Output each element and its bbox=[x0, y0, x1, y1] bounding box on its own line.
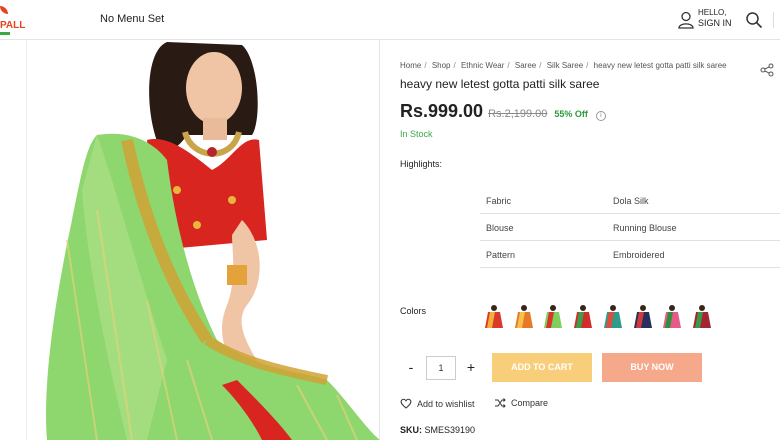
breadcrumb-home[interactable]: Home bbox=[400, 61, 421, 70]
quantity-decrease-button[interactable]: - bbox=[400, 354, 422, 382]
heart-icon bbox=[400, 398, 412, 409]
user-icon[interactable] bbox=[678, 11, 694, 29]
compare-icon bbox=[495, 398, 506, 408]
spec-value: Running Blouse bbox=[613, 223, 677, 233]
spec-key: Fabric bbox=[486, 196, 512, 206]
header-divider bbox=[773, 12, 780, 28]
hello-label: HELLO, bbox=[698, 8, 727, 17]
color-swatch-navy[interactable] bbox=[633, 304, 653, 328]
account-link[interactable]: HELLO, SIGN IN bbox=[698, 8, 732, 28]
color-swatches bbox=[484, 304, 724, 330]
colors-label: Colors bbox=[400, 306, 427, 316]
price-row: Rs.999.00 Rs.2,199.00 55% Off i bbox=[400, 101, 606, 122]
main-menu: No Menu Set bbox=[100, 13, 165, 25]
sku-line: SKU: SMES39190 bbox=[400, 425, 475, 435]
breadcrumb: Home / Shop / Ethnic Wear / Saree / Silk Sar… bbox=[400, 61, 727, 70]
quantity-increase-button[interactable]: + bbox=[460, 354, 482, 382]
color-swatch-green[interactable] bbox=[543, 304, 563, 328]
quantity-stepper: - 1 + bbox=[400, 354, 488, 382]
wishlist-label: Add to wishlist bbox=[417, 398, 475, 409]
color-swatch-teal[interactable] bbox=[603, 304, 623, 328]
breadcrumb-shop[interactable]: Shop bbox=[432, 61, 451, 70]
color-swatch-pink[interactable] bbox=[662, 304, 682, 328]
site-logo[interactable]: PALL bbox=[0, 2, 26, 38]
color-swatch-red-green[interactable] bbox=[573, 304, 593, 328]
spec-row: Pattern Embroidered bbox=[480, 241, 780, 268]
site-header: PALL No Menu Set HELLO, SIGN IN bbox=[0, 0, 780, 40]
buy-now-button[interactable]: BUY NOW bbox=[602, 353, 702, 382]
spec-row: Fabric Dola Silk bbox=[480, 187, 780, 214]
color-swatch-red[interactable] bbox=[484, 304, 504, 328]
color-swatch-orange[interactable] bbox=[514, 304, 534, 328]
add-to-cart-button[interactable]: ADD TO CART bbox=[492, 353, 592, 382]
sku-value: SMES39190 bbox=[424, 425, 476, 435]
sign-in-link[interactable]: SIGN IN bbox=[698, 18, 732, 28]
compare-label: Compare bbox=[511, 398, 549, 408]
breadcrumb-ethnic-wear[interactable]: Ethnic Wear bbox=[461, 61, 504, 70]
sale-price: Rs.999.00 bbox=[400, 101, 484, 121]
sku-label: SKU: bbox=[400, 425, 422, 435]
discount-badge: 55% Off bbox=[554, 109, 588, 119]
add-to-wishlist-link[interactable]: Add to wishlist bbox=[400, 398, 475, 409]
spec-value: Dola Silk bbox=[613, 196, 649, 206]
product-image[interactable] bbox=[27, 40, 380, 440]
spec-key: Blouse bbox=[486, 223, 514, 233]
original-price: Rs.2,199.00 bbox=[488, 108, 548, 120]
spec-value: Embroidered bbox=[613, 250, 665, 260]
search-icon[interactable] bbox=[745, 11, 763, 29]
spec-key: Pattern bbox=[486, 250, 516, 260]
info-icon[interactable]: i bbox=[595, 111, 606, 121]
saree-model-image bbox=[27, 40, 379, 440]
stock-status: In Stock bbox=[400, 129, 433, 139]
breadcrumb-silk-saree[interactable]: Silk Saree bbox=[547, 61, 583, 70]
breadcrumb-saree[interactable]: Saree bbox=[515, 61, 536, 70]
spec-row: Blouse Running Blouse bbox=[480, 214, 780, 241]
color-swatch-maroon[interactable] bbox=[692, 304, 712, 328]
compare-link[interactable]: Compare bbox=[494, 398, 548, 408]
spec-table: Fabric Dola Silk Blouse Running Blouse P… bbox=[480, 187, 780, 268]
logo-underline bbox=[0, 32, 10, 35]
logo-mark-icon bbox=[0, 6, 8, 14]
product-title: heavy new letest gotta patti silk saree bbox=[400, 77, 600, 91]
thumbnail-strip bbox=[0, 40, 27, 440]
share-icon[interactable] bbox=[760, 63, 774, 77]
logo-text: PALL bbox=[0, 20, 26, 31]
breadcrumb-current: heavy new letest gotta patti silk saree bbox=[593, 61, 727, 70]
highlights-heading: Highlights: bbox=[400, 159, 443, 169]
quantity-input[interactable]: 1 bbox=[426, 356, 456, 380]
